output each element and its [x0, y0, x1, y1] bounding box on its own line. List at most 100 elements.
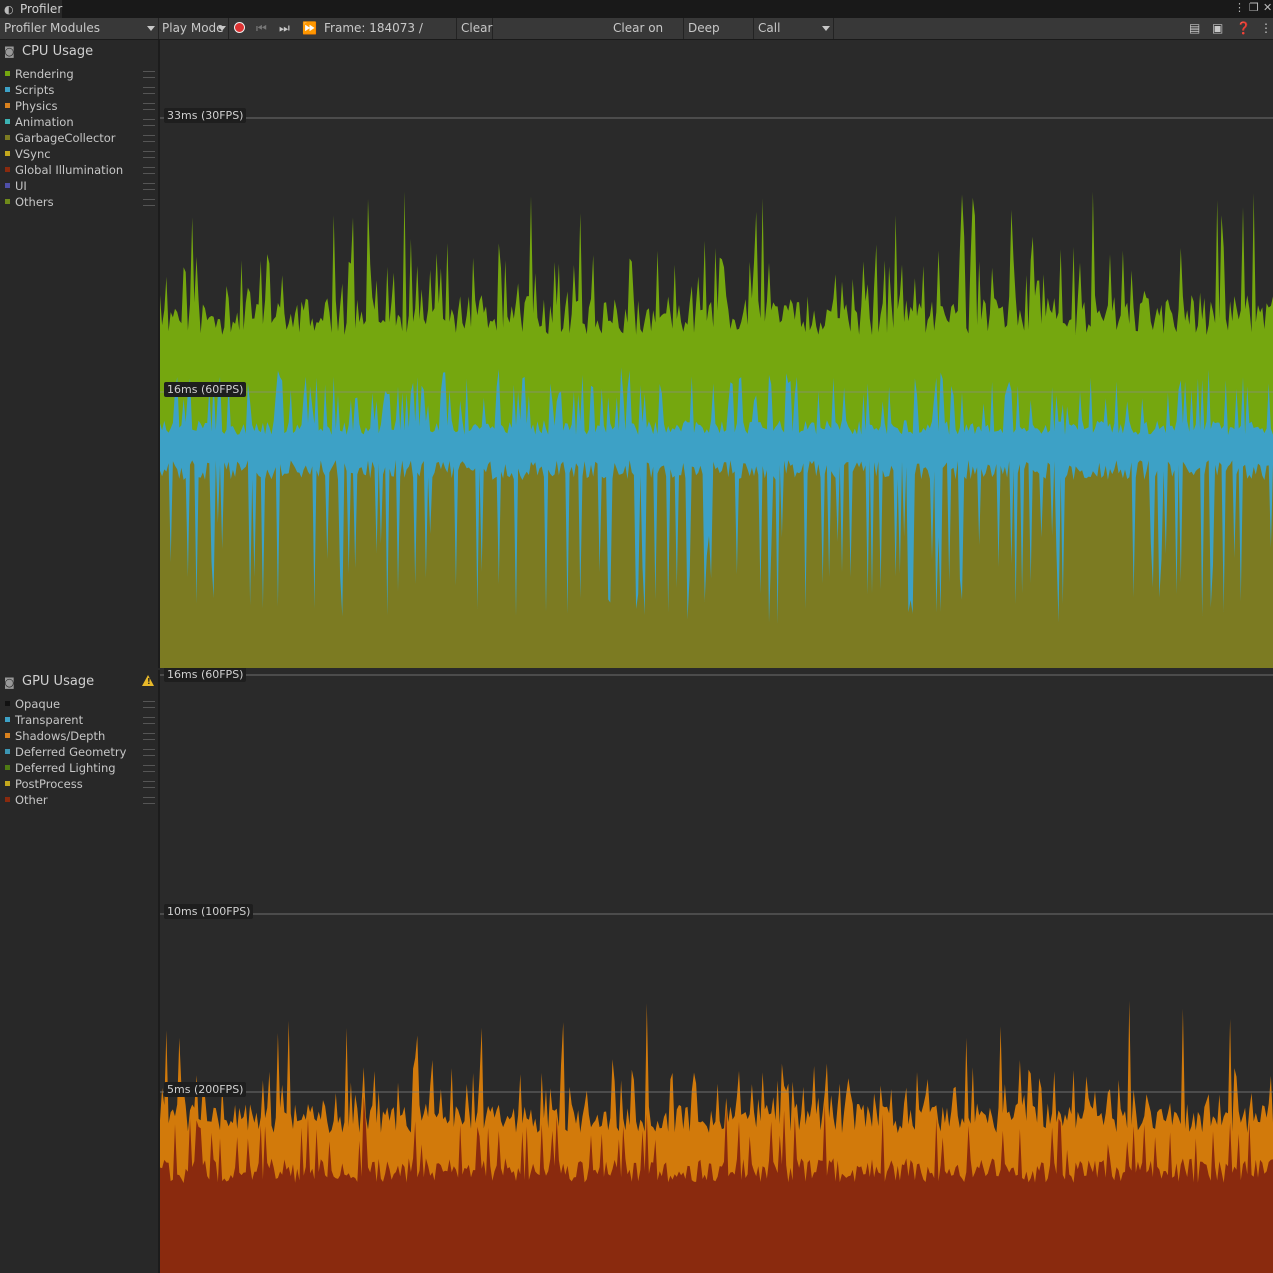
profiler-tab[interactable]: ◐ Profiler: [0, 0, 62, 18]
legend-item-global-illumination[interactable]: Global Illumination: [0, 162, 158, 178]
fast-forward-icon: ⏩: [302, 21, 317, 35]
legend-item-garbagecollector[interactable]: GarbageCollector: [0, 130, 158, 146]
gpu-marker-10ms: 10ms (100FPS): [164, 904, 254, 919]
next-frame-button[interactable]: ⏭: [279, 18, 297, 39]
drag-handle-icon[interactable]: [143, 167, 155, 174]
cpu-module-title[interactable]: CPU Usage: [22, 44, 93, 59]
drag-handle-icon[interactable]: [143, 71, 155, 78]
gpu-usage-chart[interactable]: 16ms (60FPS) 10ms (100FPS) 5ms (200FPS): [160, 668, 1273, 1273]
maximize-icon[interactable]: ❐: [1249, 1, 1259, 14]
play-mode-dropdown[interactable]: Play Mode: [160, 18, 229, 39]
legend-label: Deferred Lighting: [15, 761, 116, 775]
close-icon[interactable]: ✕: [1263, 1, 1272, 14]
legend-item-scripts[interactable]: Scripts: [0, 82, 158, 98]
legend-label: Physics: [15, 99, 58, 113]
legend-item-transparent[interactable]: Transparent: [0, 712, 158, 728]
legend-label: Animation: [15, 115, 74, 129]
profiler-icon: ◐: [4, 3, 14, 16]
legend-label: GarbageCollector: [15, 131, 116, 145]
legend-item-postprocess[interactable]: PostProcess: [0, 776, 158, 792]
legend-item-ui[interactable]: UI: [0, 178, 158, 194]
legend-item-shadows-depth[interactable]: Shadows/Depth: [0, 728, 158, 744]
previous-frame-button[interactable]: ⏮: [256, 18, 274, 39]
cpu-usage-chart[interactable]: 33ms (30FPS) 16ms (60FPS): [160, 40, 1273, 668]
legend-item-physics[interactable]: Physics: [0, 98, 158, 114]
drag-handle-icon[interactable]: [143, 717, 155, 724]
legend-label: Shadows/Depth: [15, 729, 106, 743]
load-button[interactable]: ▤: [1189, 18, 1205, 39]
drag-handle-icon[interactable]: [143, 781, 155, 788]
legend-label: Transparent: [15, 713, 84, 727]
gpu-marker-16ms: 16ms (60FPS): [164, 668, 247, 682]
gpu-legend: Opaque Transparent Shadows/Depth Deferre…: [0, 696, 158, 808]
toolbar-menu-button[interactable]: ⋮: [1260, 18, 1272, 39]
window-titlebar: ◐ Profiler ⋮ ❐ ✕: [0, 0, 1273, 19]
profiler-modules-label: Profiler Modules: [4, 21, 100, 35]
gpu-icon: ◙: [4, 676, 15, 689]
cpu-chart-svg: [160, 117, 1273, 668]
legend-label: Scripts: [15, 83, 55, 97]
kebab-menu-icon[interactable]: ⋮: [1234, 1, 1245, 14]
legend-label: Opaque: [15, 697, 61, 711]
legend-swatch: [5, 797, 10, 802]
call-stacks-dropdown[interactable]: [819, 18, 834, 39]
gpu-module-title[interactable]: GPU Usage: [22, 674, 94, 689]
profiler-toolbar: Profiler Modules Play Mode ⏮ ⏭ ⏩ Frame: …: [0, 18, 1273, 56]
legend-item-animation[interactable]: Animation: [0, 114, 158, 130]
folder-icon: ▤: [1189, 21, 1201, 35]
legend-swatch: [5, 151, 10, 156]
legend-item-other[interactable]: Other: [0, 792, 158, 808]
legend-item-vsync[interactable]: VSync: [0, 146, 158, 162]
gpu-marker-5ms: 5ms (200FPS): [164, 1082, 247, 1097]
legend-swatch: [5, 765, 10, 770]
cpu-legend: Rendering Scripts Physics Animation Garb…: [0, 66, 158, 210]
save-icon: ▣: [1212, 21, 1224, 35]
drag-handle-icon[interactable]: [143, 151, 155, 158]
current-frame-button[interactable]: ⏩: [302, 18, 320, 39]
gpu-module-sidebar: ◙ GPU Usage Opaque Transparent Shadows/D…: [0, 670, 160, 1273]
profiler-modules-dropdown[interactable]: Profiler Modules: [0, 18, 159, 39]
legend-item-deferred-geometry[interactable]: Deferred Geometry: [0, 744, 158, 760]
drag-handle-icon[interactable]: [143, 765, 155, 772]
save-button[interactable]: ▣: [1212, 18, 1228, 39]
step-forward-icon: ⏭: [279, 21, 290, 35]
legend-item-others[interactable]: Others: [0, 194, 158, 210]
drag-handle-icon[interactable]: [143, 103, 155, 110]
legend-swatch: [5, 119, 10, 124]
deep-profile-toggle[interactable]: Deep Profile: [685, 18, 754, 56]
drag-handle-icon[interactable]: [143, 183, 155, 190]
chevron-down-icon: [822, 26, 830, 31]
drag-handle-icon[interactable]: [143, 733, 155, 740]
legend-label: UI: [15, 179, 27, 193]
legend-swatch: [5, 135, 10, 140]
clear-button[interactable]: Clear: [458, 18, 493, 39]
drag-handle-icon[interactable]: [143, 119, 155, 126]
cpu-module-sidebar: ◙ CPU Usage Rendering Scripts Physics An…: [0, 40, 160, 668]
legend-item-rendering[interactable]: Rendering: [0, 66, 158, 82]
legend-swatch: [5, 701, 10, 706]
legend-item-deferred-lighting[interactable]: Deferred Lighting: [0, 760, 158, 776]
legend-label: VSync: [15, 147, 51, 161]
call-stacks-toggle[interactable]: Call Stacks: [755, 18, 819, 56]
record-button[interactable]: [230, 18, 252, 39]
kebab-menu-icon: ⋮: [1260, 21, 1272, 35]
legend-swatch: [5, 167, 10, 172]
legend-swatch: [5, 733, 10, 738]
legend-swatch: [5, 781, 10, 786]
drag-handle-icon[interactable]: [143, 87, 155, 94]
warning-icon[interactable]: !: [142, 675, 154, 686]
drag-handle-icon[interactable]: [143, 749, 155, 756]
drag-handle-icon[interactable]: [143, 135, 155, 142]
window-title: Profiler: [20, 2, 63, 16]
legend-swatch: [5, 87, 10, 92]
gpu-chart-svg: [160, 674, 1273, 1273]
help-button[interactable]: ❓: [1236, 18, 1252, 39]
legend-swatch: [5, 103, 10, 108]
legend-swatch: [5, 71, 10, 76]
drag-handle-icon[interactable]: [143, 701, 155, 708]
drag-handle-icon[interactable]: [143, 797, 155, 804]
clear-on-play-toggle[interactable]: Clear on Play: [610, 18, 684, 56]
drag-handle-icon[interactable]: [143, 199, 155, 206]
legend-item-opaque[interactable]: Opaque: [0, 696, 158, 712]
legend-label: Others: [15, 195, 54, 209]
